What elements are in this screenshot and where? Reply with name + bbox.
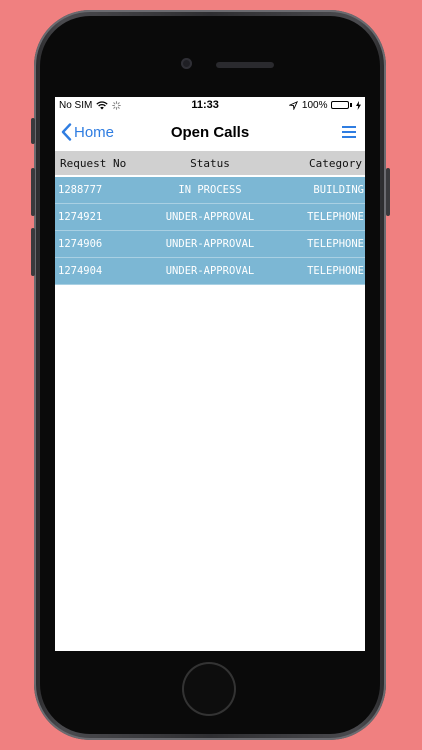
- column-header-request-no: Request No: [60, 156, 127, 170]
- app-screen: No SIM 11:33 100% Home Open Calls Reques…: [55, 97, 365, 651]
- table-row[interactable]: 1274906 UNDER-APPROVAL TELEPHONE: [55, 231, 365, 258]
- table-row[interactable]: 1288777 IN PROCESS BUILDING: [55, 177, 365, 204]
- navigation-bar: Home Open Calls: [55, 113, 365, 151]
- cell-status: UNDER-APPROVAL: [165, 238, 255, 250]
- cell-category: TELEPHONE: [307, 265, 364, 277]
- cell-category: TELEPHONE: [307, 211, 364, 223]
- home-button[interactable]: [182, 662, 236, 716]
- cell-request-no: 1274906: [58, 238, 103, 250]
- front-camera: [181, 58, 192, 69]
- cell-status: UNDER-APPROVAL: [165, 211, 255, 223]
- table-header: Request No Status Category: [55, 151, 365, 175]
- side-button-power: [386, 168, 390, 216]
- cell-category: TELEPHONE: [307, 238, 364, 250]
- wifi-icon: [96, 100, 109, 109]
- cell-status: IN PROCESS: [178, 184, 242, 196]
- charging-bolt-icon: [355, 100, 361, 110]
- column-header-category: Category: [309, 156, 362, 170]
- battery-percent: 100%: [301, 99, 328, 111]
- table-row[interactable]: 1274921 UNDER-APPROVAL TELEPHONE: [55, 204, 365, 231]
- status-bar-right: 100%: [288, 99, 361, 111]
- cell-request-no: 1274904: [58, 265, 103, 277]
- cell-request-no: 1288777: [58, 184, 103, 196]
- hamburger-menu-icon: [342, 126, 356, 138]
- status-time: 11:33: [191, 99, 219, 111]
- menu-button[interactable]: [339, 122, 359, 142]
- back-button-label: Home: [74, 123, 115, 141]
- carrier-label: No SIM: [59, 99, 93, 111]
- back-button[interactable]: Home: [61, 123, 114, 141]
- activity-spinner-icon: [112, 100, 122, 110]
- chevron-left-icon: [61, 123, 72, 141]
- status-bar-left: No SIM: [59, 99, 122, 111]
- cell-status: UNDER-APPROVAL: [165, 265, 255, 277]
- column-header-status: Status: [190, 156, 230, 170]
- earpiece-speaker: [216, 62, 274, 68]
- cell-category: BUILDING: [313, 184, 364, 196]
- location-arrow-icon: [288, 100, 298, 110]
- table-row[interactable]: 1274904 UNDER-APPROVAL TELEPHONE: [55, 258, 365, 285]
- calls-list: 1288777 IN PROCESS BUILDING 1274921 UNDE…: [55, 177, 365, 285]
- side-button-volume-up: [31, 168, 35, 216]
- status-bar: No SIM 11:33 100%: [55, 97, 365, 113]
- cell-request-no: 1274921: [58, 211, 103, 223]
- battery-icon: [331, 101, 352, 109]
- side-button-mute: [31, 118, 35, 144]
- side-button-volume-down: [31, 228, 35, 276]
